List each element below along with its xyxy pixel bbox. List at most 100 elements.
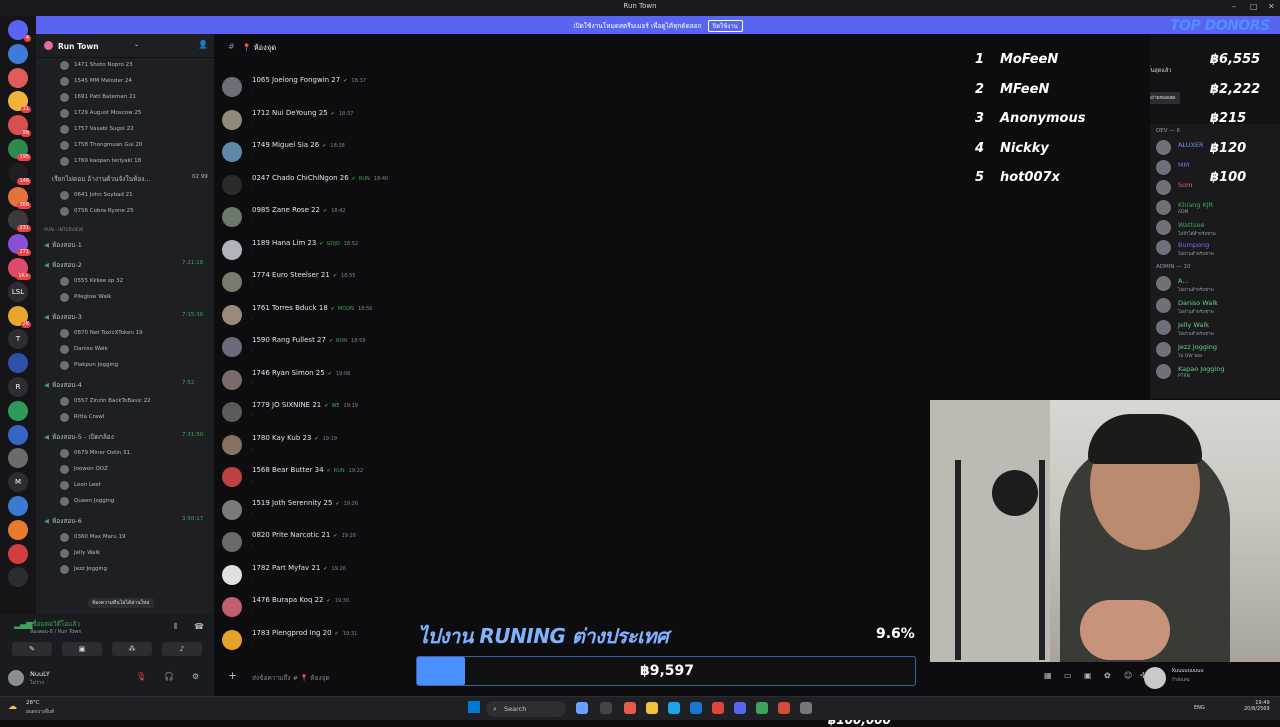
message-author[interactable]: 1780 Kay Kub 23 [252,434,311,442]
chat-message[interactable]: 1519 Joth Serennity 25 ✔ 19:26. [222,497,622,527]
message-author[interactable]: 1749 Miguel Sia 26 [252,141,319,149]
chat-message[interactable]: 0820 Prite Narcotic 21 ✔ 19:26. [222,529,622,559]
voice-user[interactable]: 0641 John Soybad 21 [36,190,214,204]
message-author[interactable]: 1774 Euro Steelser 21 [252,271,330,279]
message-author[interactable]: 0820 Prite Narcotic 21 [252,531,330,539]
category-label[interactable]: RUN - INTERVIEW [44,228,83,233]
chat-message[interactable]: 1568 Bear Butter 34 ✔ RUN 19:22. [222,464,622,494]
grid-icon[interactable]: ▦ [1044,671,1052,680]
member-row[interactable]: Khiang KJR ADM [1154,198,1280,218]
voice-user[interactable]: 1545 MM Meloder 24 [36,76,214,90]
voice-user[interactable]: Plakpun Jogging [36,360,214,374]
voice-user[interactable]: Jelly Walk [36,548,214,562]
camera-button[interactable]: ✎ [12,642,52,656]
message-author[interactable]: 1568 Bear Butter 34 [252,466,324,474]
chat-message[interactable]: 1746 Ryan Simon 25 ✔ 19:06. [222,367,622,397]
member-row[interactable]: Jezz Jogging ไม่ OW ของ [1154,340,1280,360]
server-icon[interactable]: 146 [8,162,31,185]
message-author[interactable]: 1761 Torres Bduck 18 [252,304,328,312]
add-member-icon[interactable]: 👤 [198,40,208,49]
message-author[interactable]: 1519 Joth Serennity 25 [252,499,332,507]
app-icon-store[interactable] [624,702,636,714]
chat-message[interactable]: 0247 Chado ChiChiNgon 26 ✔ RUN 18:40. [222,172,622,202]
server-icon[interactable] [8,67,28,88]
voice-user[interactable]: Joowon OOZ [36,464,214,478]
member-row[interactable]: Daniso Walk ไม่ผ่านสำหรับชาพ [1154,296,1280,316]
app-icon-explorer[interactable] [576,702,588,714]
voice-user[interactable]: 1769 kaopan teriyaki 18 [36,156,214,170]
chat-message[interactable]: 1774 Euro Steelser 21 ✔ 18:55. [222,269,622,299]
message-author[interactable]: 1476 Burapa Koq 22 [252,596,324,604]
message-author[interactable]: 1590 Rang Fullest 27 [252,336,326,344]
voice-user[interactable]: 1758 Thongmuan Gui 20 [36,140,214,154]
plus-icon[interactable]: + [228,669,237,682]
unread-tooltip[interactable]: ห้องความทีนไม่ได้อ่านใหม่ [88,598,154,608]
server-icon[interactable] [8,519,28,540]
emoji-icon[interactable]: ☺ [1124,671,1132,680]
server-icon[interactable]: R [8,377,28,397]
server-icon[interactable] [8,353,28,374]
voice-channel[interactable]: ◀ ห้องสอบ-3 7:15:36 [44,312,203,322]
activities-button[interactable]: ⁂ [112,642,152,656]
voice-user[interactable]: Daniso Walk [36,344,214,358]
voice-channel-waiting[interactable]: เรียกไม่ตอบ อ้างานด้วนจังในห้อง... 02 99 [44,174,208,184]
screen-share-button[interactable]: ▣ [62,642,102,656]
noise-suppression-icon[interactable]: ⦀ [174,622,178,632]
chat-message[interactable]: 1761 Torres Bduck 18 ✔ MOON 18:56. [222,302,622,332]
server-icon[interactable]: T [8,329,28,350]
voice-user[interactable]: Ritta Crawl [36,412,214,426]
chat-message[interactable]: 1065 Joelong Fongwin 27 ✔ 18:37. [222,74,622,104]
start-icon[interactable] [468,701,480,713]
chat-message[interactable]: 1780 Kay Kub 23 ✔ 19:19. [222,432,622,462]
server-icon[interactable]: 4 [8,20,31,42]
server-icon[interactable] [8,543,28,564]
member-row[interactable]: Jelly Walk ไม่ผ่านสำหรับชาพ [1154,318,1280,338]
voice-channel[interactable]: ห้องสอบ-6 / Run Town [30,628,82,636]
server-icon[interactable] [8,43,28,64]
message-author[interactable]: 0247 Chado ChiChiNgon 26 [252,174,349,182]
chat-message[interactable]: 1189 Hana Lim 23 ✔ GOJO 18:52. [222,237,622,267]
app-icon-taskview[interactable] [600,702,612,714]
voice-user[interactable]: 0557 Zinzin BackToBasic 22 [36,396,214,410]
language-indicator[interactable]: ENG [1194,705,1205,711]
app-icon-edge[interactable] [668,702,680,714]
message-author[interactable]: 1189 Hana Lim 23 [252,239,316,247]
server-header[interactable]: Run Town ⌄ 👤 [36,34,214,58]
member-row[interactable]: Bumpong ไม่ผ่านสำหรับชาพ [1154,238,1280,258]
message-input[interactable]: + ส่งข้อความถึง # 📍 ห้องจุด [222,664,412,688]
user-panel[interactable]: NuuLY ไม่ว่าง 🎙 🎧 ⚙ [8,666,208,692]
chat-message[interactable]: 1749 Miguel Sia 26 ✔ 18:38. [222,139,622,169]
chat-message[interactable]: 1782 Part Myfav 21 ✔ 19:26. [222,562,622,592]
chat-message[interactable]: 1779 JO SIXNINE 21 ✔ WE 19:19. [222,399,622,429]
server-icon[interactable]: 99 [8,115,31,138]
weather-temp[interactable]: 28°C [26,700,40,706]
window-icon[interactable]: ▭ [1064,671,1072,680]
message-author[interactable]: 1746 Ryan Simon 25 [252,369,325,377]
app-icon-folder[interactable] [646,702,658,714]
soundboard-button[interactable]: ♪ [162,642,202,656]
server-icon[interactable] [8,400,28,421]
server-icon[interactable]: LSL [8,281,28,302]
server-icon[interactable] [8,448,28,469]
deafen-icon[interactable]: 🎧 [164,672,174,681]
mute-icon[interactable]: 🎙 [136,672,146,681]
server-icon[interactable]: 11 [8,91,31,114]
voice-user[interactable]: 0756 Cobra Ryone 25 [36,206,214,220]
voice-channel[interactable]: ◀ ห้องสอบ-5 - เปิดกล้อง 7:31:50 [44,432,203,442]
server-icon[interactable]: 2K [8,305,31,328]
server-icon[interactable] [8,424,28,445]
voice-channel[interactable]: ◀ ห้องสอบ-4 7:52 [44,380,194,390]
message-author[interactable]: 1779 JO SIXNINE 21 [252,401,321,409]
voice-channel[interactable]: ◀ ห้องสอบ-6 3:50:17 [44,516,203,526]
server-icon[interactable]: 1K+ [8,258,31,280]
message-author[interactable]: 1782 Part Myfav 21 [252,564,320,572]
server-icon[interactable]: 195 [8,139,31,161]
settings-gear-icon[interactable]: ⚙ [192,672,199,681]
message-author[interactable]: 1712 Nui DeYoung 25 [252,109,328,117]
message-author[interactable]: 0985 Zane Rose 22 [252,206,320,214]
disconnect-icon[interactable]: ☎ [194,622,204,631]
maximize-button[interactable]: □ [1250,2,1258,11]
clock[interactable]: 19:49 20/8/2569 [1244,700,1270,712]
server-icon[interactable]: 271 [8,234,31,257]
chat-message[interactable]: 1590 Rang Fullest 27 ✔ RUN 18:59. [222,334,622,364]
